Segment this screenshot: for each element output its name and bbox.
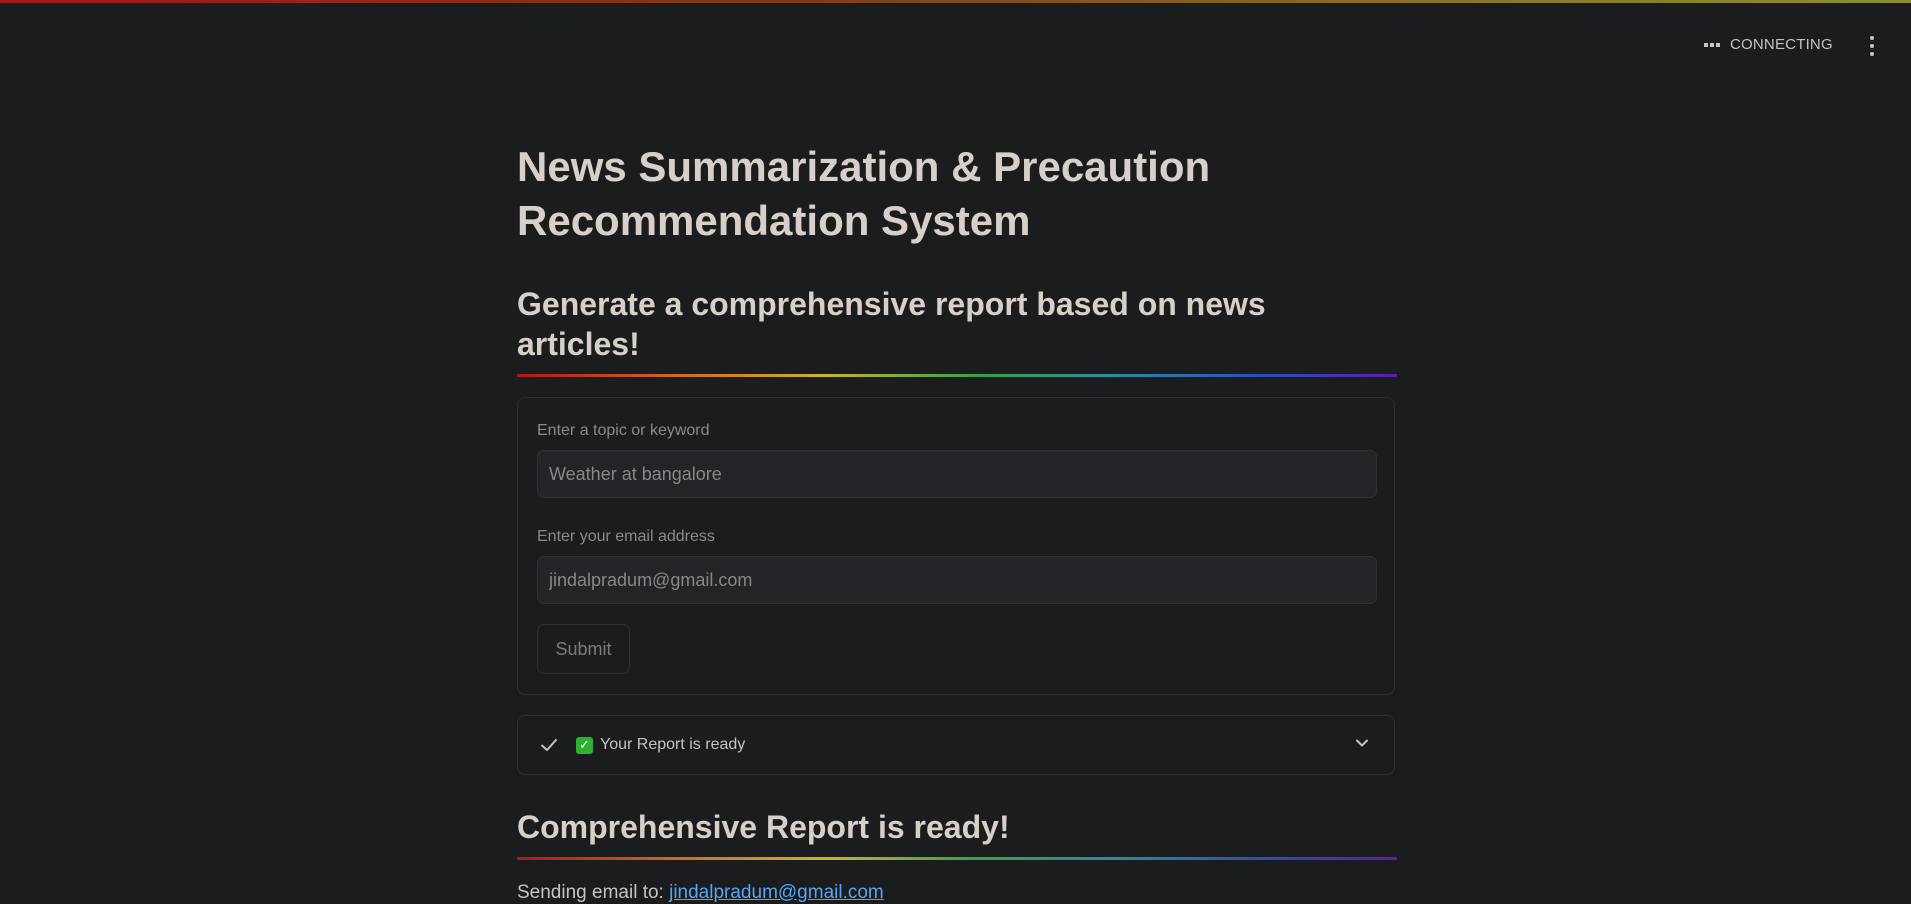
kebab-menu-icon[interactable] [1864, 36, 1880, 56]
check-icon [541, 739, 557, 751]
subtitle-heading: Generate a comprehensive report based on… [517, 286, 1266, 362]
submit-button[interactable]: Submit [537, 624, 630, 674]
page-title: News Summarization & Precaution Recommen… [517, 143, 1211, 244]
expander-label: Your Report is ready [600, 736, 746, 753]
topic-label: Enter a topic or keyword [537, 422, 710, 439]
connecting-dots-icon [1704, 41, 1720, 49]
report-ready-heading: Comprehensive Report is ready! [517, 809, 1010, 845]
sending-prefix: Sending email to: [517, 882, 664, 903]
main-content: News Summarization & Precaution Recommen… [517, 140, 1397, 904]
check-mark-emoji-icon: ✓ [576, 736, 593, 754]
subtitle-divider [517, 374, 1397, 377]
topic-input[interactable] [537, 450, 1377, 498]
report-status-expander[interactable]: ✓ Your Report is ready [517, 715, 1395, 775]
report-divider [517, 857, 1397, 860]
email-label: Enter your email address [537, 528, 715, 545]
sending-email-line: Sending email to: jindalpradum@gmail.com [517, 882, 1397, 904]
email-input[interactable] [537, 556, 1377, 604]
email-link[interactable]: jindalpradum@gmail.com [669, 882, 884, 903]
report-form: Enter a topic or keyword Enter your emai… [517, 397, 1395, 695]
connection-status: CONNECTING [1704, 36, 1833, 53]
status-text: CONNECTING [1730, 36, 1833, 53]
chevron-down-icon[interactable] [1355, 736, 1369, 750]
top-decoration-bar [0, 0, 1911, 3]
